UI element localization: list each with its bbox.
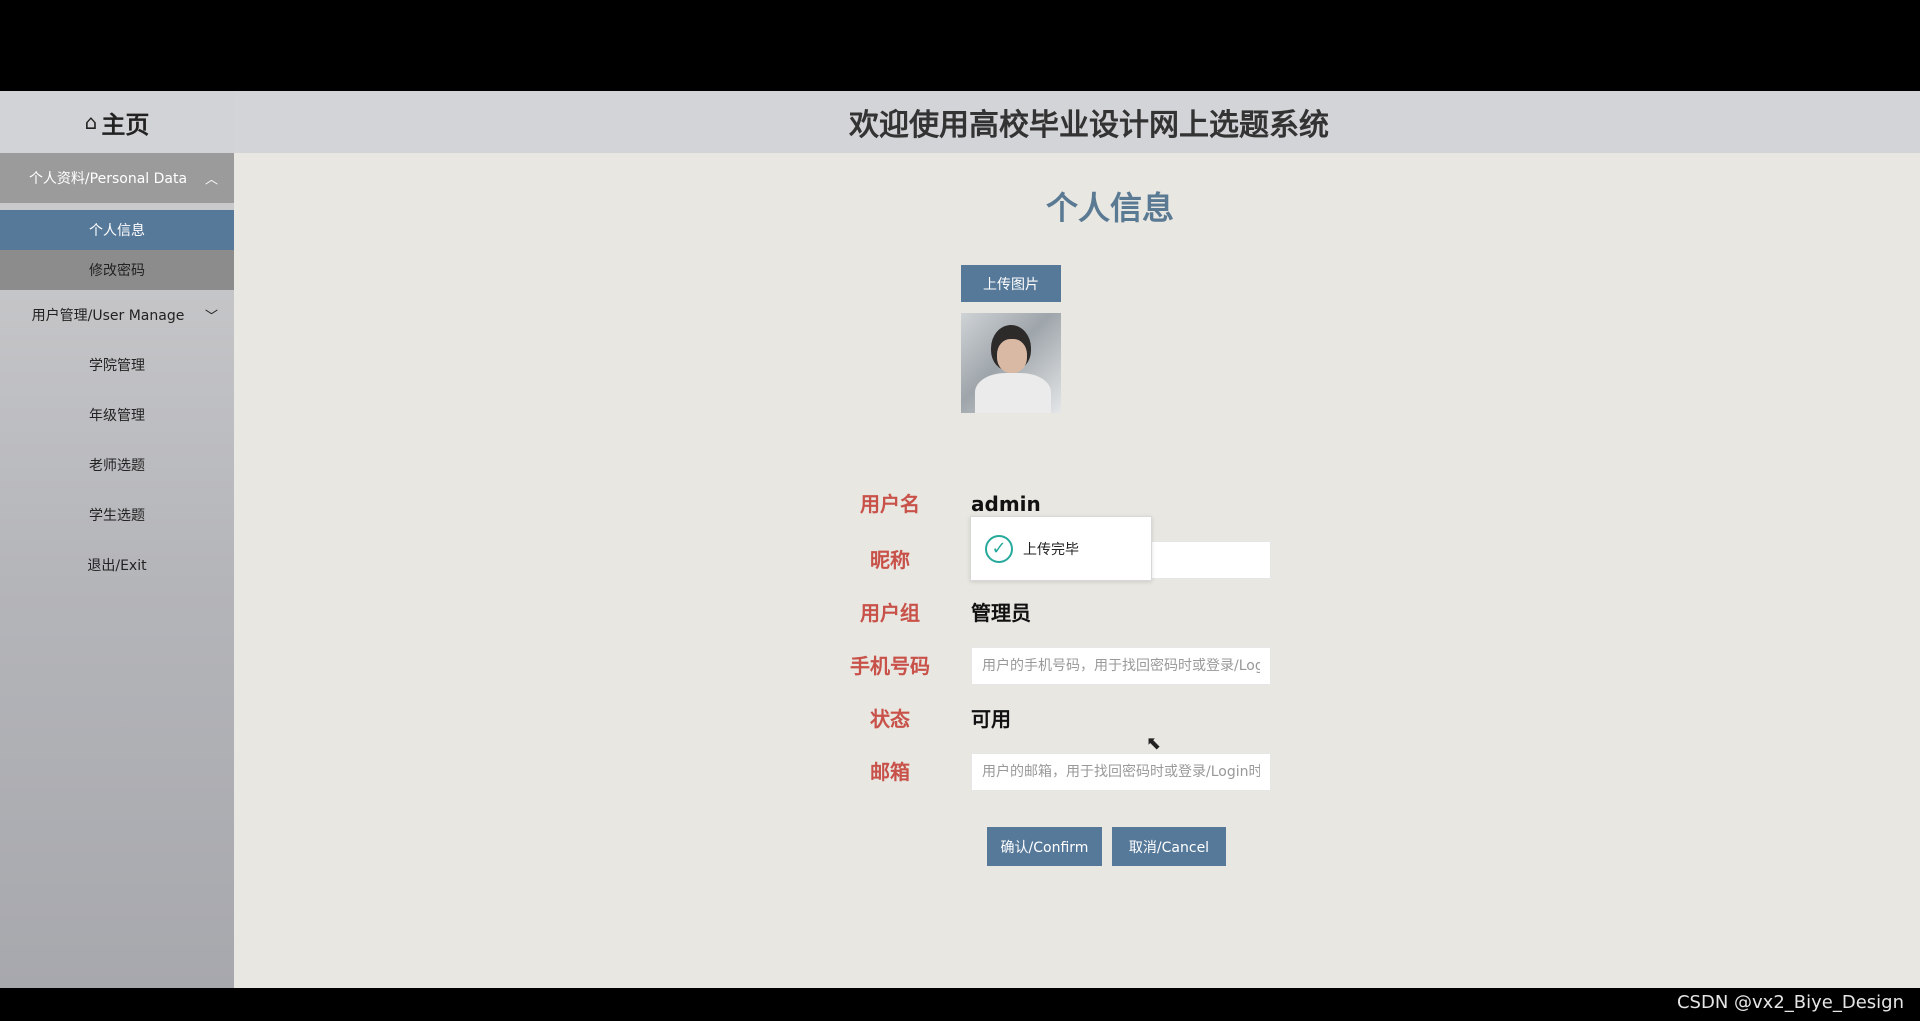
avatar-face-shape [997,339,1027,373]
header-title: 欢迎使用高校毕业设计网上选题系统 [849,108,1329,143]
menu-spacer [0,203,234,210]
form-row-group: 用户组 管理员 [820,593,1280,633]
email-label: 邮箱 [870,760,910,784]
cancel-button[interactable]: 取消/Cancel [1112,827,1226,866]
sidebar-item-personal-info[interactable]: 个人信息 [0,210,234,250]
chevron-up-icon: ︿ [204,172,218,188]
sidebar-item-college[interactable]: 学院管理 [0,340,234,390]
home-icon: ⌂ [84,110,98,134]
chevron-down-icon: ﹀ [204,309,218,325]
toast-message: 上传完毕 [1023,541,1079,558]
group-label: 用户组 [860,601,920,625]
app-window: ⌂ 主页 个人资料/Personal Data ︿ 个人信息 修改密码 用户管理… [0,91,1920,988]
page-title: 个人信息 [1045,189,1174,227]
status-value: 可用 [971,707,1011,731]
sidebar-item-label: 个人信息 [89,223,145,239]
sidebar-home[interactable]: ⌂ 主页 [0,91,234,153]
form-row-phone: 手机号码 [820,646,1280,686]
sidebar-item-label: 退出/Exit [87,558,147,574]
phone-label: 手机号码 [850,654,930,678]
sidebar-item-label: 学生选题 [89,508,145,524]
check-circle-icon: ✓ [985,534,1013,563]
menu-personal-data[interactable]: 个人资料/Personal Data ︿ [0,153,234,203]
sidebar: ⌂ 主页 个人资料/Personal Data ︿ 个人信息 修改密码 用户管理… [0,91,234,988]
watermark: CSDN @vx2_Biye_Design [1676,992,1904,1013]
sidebar-item-label: 学院管理 [89,358,145,374]
sidebar-item-label: 年级管理 [89,408,145,424]
phone-field[interactable] [971,647,1271,685]
sidebar-item-exit[interactable]: 退出/Exit [0,540,234,590]
sidebar-item-label: 老师选题 [89,458,145,474]
avatar [961,313,1061,413]
upload-image-button[interactable]: 上传图片 [961,265,1061,302]
email-field[interactable] [971,753,1271,791]
sidebar-home-label: 主页 [101,110,150,139]
sidebar-item-student-topics[interactable]: 学生选题 [0,490,234,540]
sidebar-item-label: 修改密码 [89,263,145,279]
sidebar-item-grade[interactable]: 年级管理 [0,390,234,440]
form-row-email: 邮箱 [820,752,1280,792]
form-row-status: 状态 可用 [820,699,1280,739]
group-value: 管理员 [971,601,1031,625]
header-bar: 欢迎使用高校毕业设计网上选题系统 [234,91,1920,153]
menu-user-manage-label: 用户管理/User Manage [31,308,185,324]
mouse-cursor-icon: ⬉ [1146,733,1162,754]
nickname-label: 昵称 [870,548,910,572]
status-label: 状态 [870,707,910,731]
confirm-button[interactable]: 确认/Confirm [987,827,1102,866]
avatar-body-shape [975,373,1051,413]
sidebar-item-teacher-topics[interactable]: 老师选题 [0,440,234,490]
sidebar-item-change-password[interactable]: 修改密码 [0,250,234,290]
menu-personal-data-label: 个人资料/Personal Data [28,171,188,187]
menu-user-manage[interactable]: 用户管理/User Manage ﹀ [0,290,234,340]
upload-complete-toast: ✓ 上传完毕 [970,516,1152,581]
username-label: 用户名 [860,492,920,516]
